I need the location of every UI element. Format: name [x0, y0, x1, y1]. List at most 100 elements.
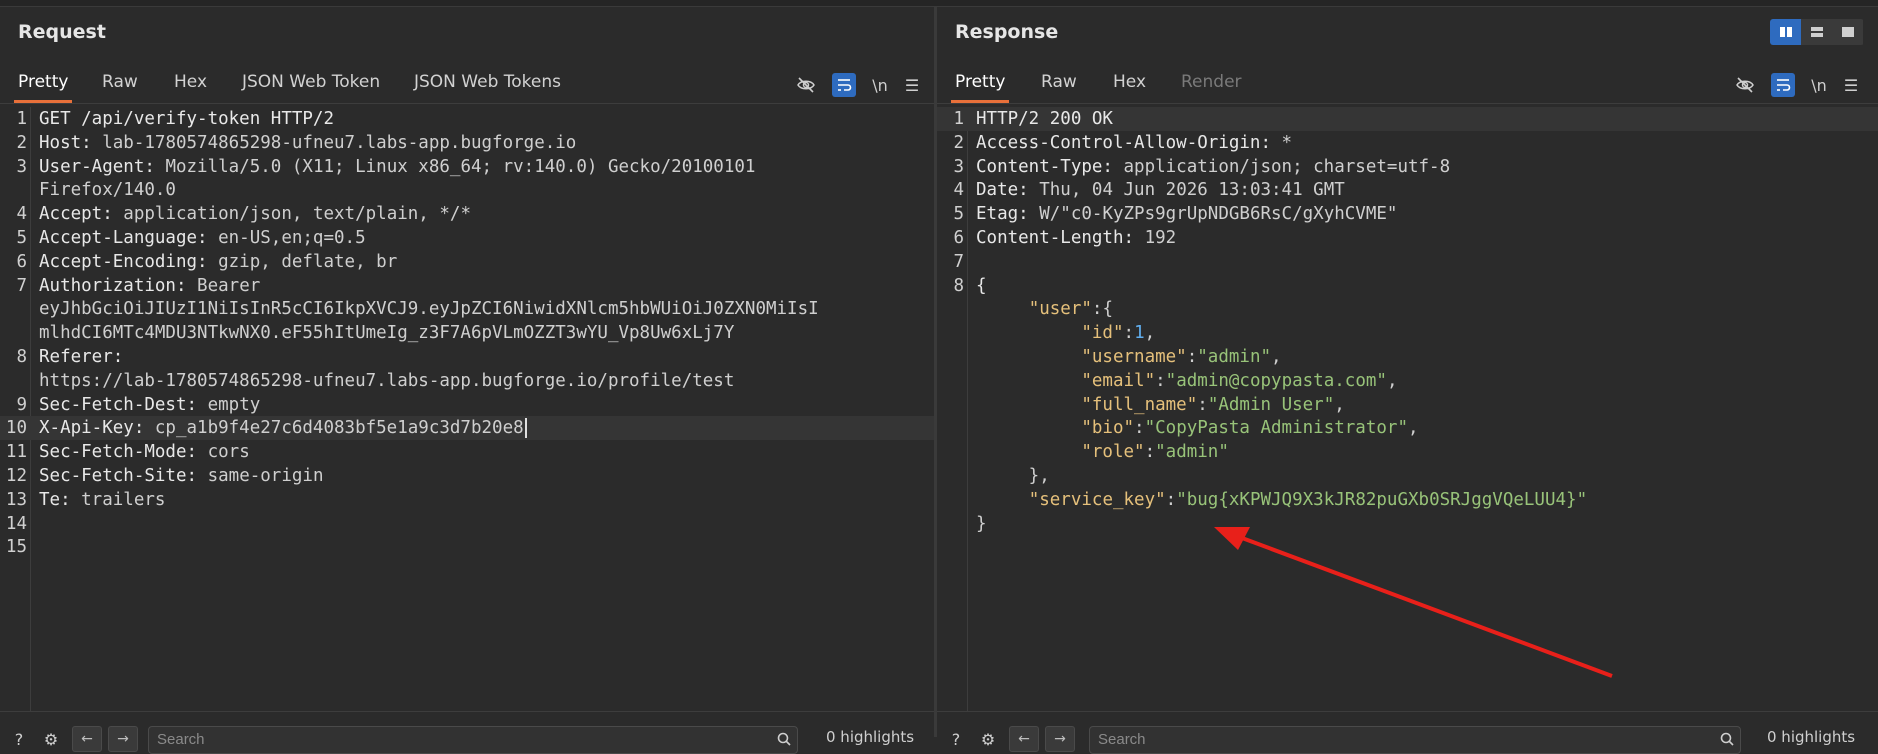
tab-raw[interactable]: Raw: [1037, 65, 1081, 103]
code-line[interactable]: }: [937, 512, 1878, 536]
code-line[interactable]: 2 Access-Control-Allow-Origin: *: [937, 131, 1878, 155]
forward-arrow-button[interactable]: →: [1045, 726, 1075, 752]
forward-arrow-button[interactable]: →: [108, 726, 138, 752]
hamburger-menu-icon[interactable]: ☰: [900, 73, 924, 97]
line-number: 8: [953, 275, 964, 296]
line-number: 15: [5, 537, 27, 558]
line-text: "username":"admin",: [1081, 347, 1282, 367]
help-icon[interactable]: ?: [945, 728, 967, 750]
tab-json-web-token[interactable]: JSON Web Token: [238, 65, 384, 103]
code-line[interactable]: 8{: [937, 274, 1878, 298]
line-text: Te: trailers: [39, 489, 166, 510]
code-line[interactable]: "username":"admin",: [937, 345, 1878, 369]
code-line[interactable]: 7 Authorization: Bearer: [0, 274, 934, 298]
code-line[interactable]: 3 Content-Type: application/json; charset…: [937, 155, 1878, 179]
line-number: 6: [953, 228, 964, 248]
code-line[interactable]: "id":1,: [937, 321, 1878, 345]
hamburger-menu-icon[interactable]: ☰: [1839, 73, 1863, 97]
tab-hex[interactable]: Hex: [1109, 65, 1150, 103]
request-editor[interactable]: 1 GET /api/verify-token HTTP/2 2 Host: lab-…: [0, 107, 934, 711]
word-wrap-icon[interactable]: [1771, 73, 1795, 97]
code-line[interactable]: "email":"admin@copypasta.com",: [937, 369, 1878, 393]
line-text: {: [976, 275, 987, 296]
response-search: [1089, 726, 1741, 754]
code-line[interactable]: 14: [0, 512, 934, 536]
code-line[interactable]: 9 Sec-Fetch-Dest: empty: [0, 393, 934, 417]
response-title: Response: [955, 21, 1059, 43]
code-line[interactable]: "service_key":"bug{xKPWJQ9X3kJR82puGXb0S…: [937, 488, 1878, 512]
help-icon[interactable]: ?: [8, 728, 30, 750]
code-line[interactable]: "full_name":"Admin User",: [937, 393, 1878, 417]
code-line[interactable]: eyJhbGciOiJIUzI1NiIsInR5cCI6IkpXVCJ9.eyJ…: [0, 297, 934, 321]
response-toolbar: \n ☰: [1733, 73, 1863, 97]
code-line[interactable]: https://lab-1780574865298-ufneu7.labs-ap…: [0, 369, 934, 393]
code-line[interactable]: 12 Sec-Fetch-Site: same-origin: [0, 464, 934, 488]
settings-gear-icon[interactable]: ⚙: [40, 728, 62, 750]
line-text: HTTP/2 200 OK: [976, 109, 1113, 129]
request-search-input[interactable]: [149, 727, 716, 752]
code-line[interactable]: "bio":"CopyPasta Administrator",: [937, 416, 1878, 440]
tab-pretty[interactable]: Pretty: [951, 65, 1010, 103]
code-line[interactable]: 2 Host: lab-1780574865298-ufneu7.labs-app…: [0, 131, 934, 155]
tab-render[interactable]: Render: [1177, 65, 1246, 103]
line-number: 3: [953, 156, 964, 177]
code-line[interactable]: 6 Accept-Encoding: gzip, deflate, br: [0, 250, 934, 274]
newline-toggle-icon[interactable]: \n: [1807, 73, 1831, 97]
line-text: Content-Type: application/json; charset=…: [976, 156, 1451, 177]
tab-json-web-tokens[interactable]: JSON Web Tokens: [410, 65, 565, 103]
tab-hex[interactable]: Hex: [170, 65, 211, 103]
line-text: }: [976, 513, 987, 534]
line-number: 9: [16, 394, 27, 415]
code-line[interactable]: 5 Accept-Language: en-US,en;q=0.5: [0, 226, 934, 250]
tab-raw[interactable]: Raw: [98, 65, 142, 103]
response-search-input[interactable]: [1090, 727, 1659, 752]
code-line[interactable]: 10 X-Api-Key: cp_a1b9f4e27c6d4083bf5e1a9c…: [0, 416, 934, 441]
line-text: Etag: W/"c0-KyZPs9grUpNDGB6RsC/gXyhCVME": [976, 204, 1398, 225]
code-line[interactable]: 11 Sec-Fetch-Mode: cors: [0, 440, 934, 464]
code-line[interactable]: 4 Accept: application/json, text/plain, *…: [0, 202, 934, 226]
request-pane: Request Pretty Raw Hex JSON Web Token JS…: [0, 7, 934, 754]
code-line[interactable]: 1 HTTP/2 200 OK: [937, 107, 1878, 131]
code-line[interactable]: 15: [0, 535, 934, 559]
code-line[interactable]: },: [937, 464, 1878, 488]
code-line[interactable]: 5 Etag: W/"c0-KyZPs9grUpNDGB6RsC/gXyhCVME…: [937, 202, 1878, 226]
layout-side-by-side-icon[interactable]: [1770, 19, 1801, 45]
layout-stacked-icon[interactable]: [1801, 19, 1832, 45]
code-line[interactable]: 13 Te: trailers: [0, 488, 934, 512]
word-wrap-icon[interactable]: [832, 73, 856, 97]
back-arrow-button[interactable]: ←: [1009, 726, 1039, 752]
line-text: Content-Length: 192: [976, 228, 1177, 248]
eye-slash-icon[interactable]: [1733, 73, 1757, 97]
back-arrow-button[interactable]: ←: [72, 726, 102, 752]
line-text: "service_key":"bug{xKPWJQ9X3kJR82puGXb0S…: [1028, 489, 1588, 510]
tab-pretty[interactable]: Pretty: [14, 65, 73, 103]
line-text: Referer:: [39, 347, 124, 367]
search-icon[interactable]: [777, 731, 791, 750]
line-number: 2: [16, 132, 27, 153]
search-icon[interactable]: [1720, 731, 1734, 750]
response-editor[interactable]: 1 HTTP/2 200 OK 2 Access-Control-Allow-Orig…: [937, 107, 1878, 711]
eye-slash-icon[interactable]: [794, 73, 818, 97]
code-line[interactable]: 1 GET /api/verify-token HTTP/2: [0, 107, 934, 131]
code-line[interactable]: 3 User-Agent: Mozilla/5.0 (X11; Linux x86…: [0, 155, 934, 179]
settings-gear-icon[interactable]: ⚙: [977, 728, 999, 750]
line-text: Host: lab-1780574865298-ufneu7.labs-app.…: [39, 132, 577, 153]
code-line[interactable]: 6 Content-Length: 192: [937, 226, 1878, 250]
line-text: Sec-Fetch-Site: same-origin: [39, 466, 324, 486]
code-line[interactable]: Firefox/140.0: [0, 178, 934, 202]
layout-single-icon[interactable]: [1832, 19, 1863, 45]
code-line[interactable]: "user":{: [937, 297, 1878, 321]
newline-toggle-icon[interactable]: \n: [868, 73, 892, 97]
code-line[interactable]: mlhdCI6MTc4MDU3NTkwNX0.eF55hItUmeIg_z3F7…: [0, 321, 934, 345]
code-line[interactable]: "role":"admin": [937, 440, 1878, 464]
line-number: 1: [16, 109, 27, 129]
line-text: Sec-Fetch-Dest: empty: [39, 394, 261, 415]
code-line[interactable]: 7: [937, 250, 1878, 274]
line-number: 13: [5, 489, 27, 510]
request-search: [148, 726, 798, 754]
line-text: "email":"admin@copypasta.com",: [1081, 370, 1398, 391]
line-number: 6: [16, 251, 27, 272]
code-line[interactable]: 4 Date: Thu, 04 Jun 2026 13:03:41 GMT: [937, 178, 1878, 202]
code-line[interactable]: 8 Referer:: [0, 345, 934, 369]
request-title: Request: [18, 21, 106, 43]
